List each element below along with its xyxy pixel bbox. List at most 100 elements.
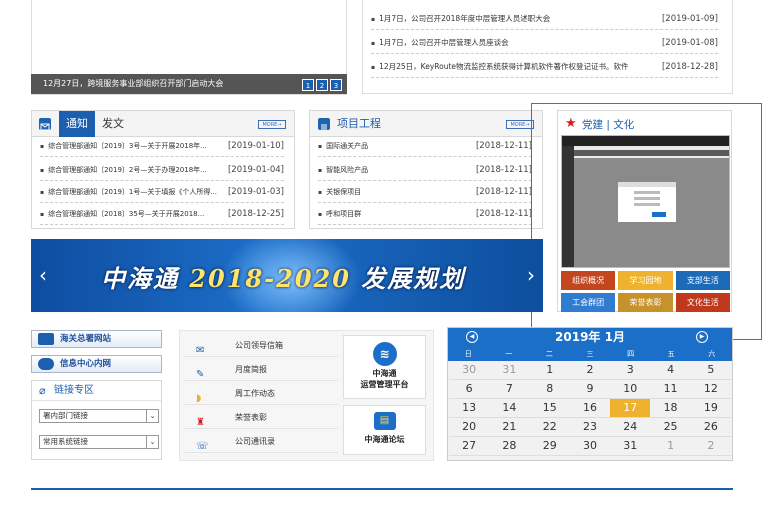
tab-notice[interactable]: 通知 [59,111,95,137]
menu-item-label: 荣誉表彰 [235,413,267,422]
slider-page-1[interactable]: 1 [302,79,314,91]
news-title[interactable]: 1月7日，公司召开2018年度中层管理人员述职大会 [371,8,550,29]
calendar-day[interactable]: 8 [529,380,570,399]
calendar-day[interactable]: 11 [650,380,691,399]
calendar-day[interactable]: 16 [569,399,611,418]
notice-title[interactable]: 综合管理部通知〔2019〕1号—关于填报《个人所得... [40,181,217,202]
banner-brand: 中海通 [101,264,179,293]
calendar-day[interactable]: 31 [489,361,530,380]
slider-caption[interactable]: 12月27日，跨境服务事业部组织召开部门启动大会 [31,74,347,94]
project-item-title[interactable]: 关银保项目 [318,181,361,202]
calendar-day[interactable]: 7 [489,380,530,399]
tab-documents[interactable]: 发文 [102,111,124,137]
slider-page-3[interactable]: 3 [330,79,342,91]
banner-years: 2018-2020 [189,264,351,293]
calendar-day[interactable]: 29 [529,437,570,456]
calendar-day[interactable]: 18 [650,399,691,418]
forum-name: 中海通论坛 [364,435,405,444]
more-button[interactable]: MORE→ [506,120,534,129]
project-title[interactable]: 项目工程 [337,111,381,137]
menu-item-honors[interactable]: ♜ 荣誉表彰 [184,407,338,429]
project-item-title[interactable]: 国际通关产品 [318,135,368,156]
calendar-day[interactable]: 5 [690,361,731,380]
calendar-day[interactable]: 22 [529,418,570,437]
slider-pager: 1 2 3 [302,79,342,91]
calendar-day[interactable]: 12 [690,380,731,399]
calendar-day[interactable]: 20 [449,418,490,437]
menu-item-leader-mailbox[interactable]: ✉ 公司领导信箱 [184,335,338,357]
project-item-date: [2018-12-11] [475,209,532,219]
calendar-day[interactable]: 19 [690,399,731,418]
calendar-day[interactable]: 6 [449,380,490,399]
list-icon [318,118,330,130]
development-plan-banner[interactable]: ‹ 中海通 2018-2020 发展规划 › [31,239,543,312]
forum-icon: ▤ [373,412,396,430]
menu-item-contacts[interactable]: ☏ 公司通讯录 [184,431,338,453]
list-item[interactable]: 综合管理部通知〔2019〕3号—关于开展2018年... [2019-01-10] [40,135,284,157]
calendar-day[interactable]: 24 [610,418,651,437]
list-item[interactable]: 综合管理部通知〔2019〕1号—关于填报《个人所得... [2019-01-03] [40,181,284,203]
customs-website-link[interactable]: 海关总署网站 [31,330,162,348]
more-button[interactable]: MORE→ [258,120,286,129]
banner-next-arrow[interactable]: › [527,263,535,287]
prev-month-icon[interactable]: ◀ [466,331,478,343]
list-item[interactable]: 1月7日，公司召开2018年度中层管理人员述职大会 [2019-01-09] [371,8,718,30]
calendar-day[interactable]: 2 [569,361,611,380]
calendar-day[interactable]: 21 [489,418,530,437]
calendar-day[interactable]: 1 [529,361,570,380]
company-news-list: 1月7日，公司召开2018年度中层管理人员述职大会 [2019-01-09] 1月… [362,0,733,94]
calendar-day[interactable]: 28 [489,437,530,456]
project-item-date: [2018-12-11] [475,165,532,175]
list-item[interactable]: 关银保项目 [2018-12-11] [318,181,532,203]
chevron-down-icon: ⌄ [146,410,158,422]
calendar-day[interactable]: 15 [529,399,570,418]
operations-platform-card[interactable]: ≋ 中海通 运营管理平台 [343,335,426,399]
notice-title[interactable]: 综合管理部通知〔2018〕35号—关于开展2018... [40,203,204,224]
calendar-day[interactable]: 27 [449,437,490,456]
system-links-select[interactable]: 常用系统链接 ⌄ [39,435,159,449]
list-item[interactable]: 智能风险产品 [2018-12-11] [318,159,532,181]
info-center-link[interactable]: 信息中心内网 [31,355,162,373]
calendar-day[interactable]: 13 [449,399,490,418]
calendar-day[interactable]: 31 [610,437,651,456]
news-title[interactable]: 1月7日，公司召开中层管理人员座谈会 [371,32,509,53]
calendar-day[interactable]: 1 [650,437,691,456]
calendar-day[interactable]: 9 [569,380,611,399]
next-month-icon[interactable]: ▶ [696,331,708,343]
platform-icon: ≋ [372,342,397,366]
notice-title[interactable]: 综合管理部通知〔2019〕3号—关于开展2018年... [40,135,207,156]
menu-item-label: 公司通讯录 [235,437,275,446]
customs-website-label: 海关总署网站 [60,334,112,344]
department-links-select[interactable]: 署内部门链接 ⌄ [39,409,159,423]
calendar-day[interactable]: 26 [690,418,731,437]
project-item-title[interactable]: 智能风险产品 [318,159,368,180]
calendar-day[interactable]: 4 [650,361,691,380]
news-title[interactable]: 12月25日，KeyRoute物流监控系统获得计算机软件著作权登记证书。软件 [371,56,628,77]
project-item-date: [2018-12-11] [475,187,532,197]
forum-card[interactable]: ▤ 中海通论坛 [343,405,426,455]
calendar-day[interactable]: 2 [690,437,731,456]
calendar-day[interactable]: 23 [569,418,611,437]
menu-item-weekly-update[interactable]: ◗ 周工作动态 [184,383,338,405]
list-item[interactable]: 综合管理部通知〔2019〕2号—关于办理2018年... [2019-01-04] [40,159,284,181]
calendar-day[interactable]: 30 [449,361,490,380]
menu-item-monthly-brief[interactable]: ✎ 月度简报 [184,359,338,381]
project-item-title[interactable]: 呼和项目群 [318,203,361,224]
weekday-label: 二 [545,350,553,358]
calendar-day-today[interactable]: 17 [610,399,651,418]
banner-prev-arrow[interactable]: ‹ [39,263,47,287]
list-item[interactable]: 综合管理部通知〔2018〕35号—关于开展2018... [2018-12-25] [40,203,284,225]
list-item[interactable]: 国际通关产品 [2018-12-11] [318,135,532,157]
weekday-label: 四 [627,350,635,358]
calendar-day[interactable]: 10 [610,380,651,399]
list-item[interactable]: 呼和项目群 [2018-12-11] [318,203,532,225]
calendar-day[interactable]: 3 [610,361,651,380]
notice-title[interactable]: 综合管理部通知〔2019〕2号—关于办理2018年... [40,159,207,180]
calendar-day[interactable]: 30 [569,437,611,456]
list-item[interactable]: 12月25日，KeyRoute物流监控系统获得计算机软件著作权登记证书。软件 [2… [371,56,718,78]
paperclip-icon: ⌀ [39,384,46,397]
list-item[interactable]: 1月7日，公司召开中层管理人员座谈会 [2019-01-08] [371,32,718,54]
calendar-day[interactable]: 14 [489,399,530,418]
slider-page-2[interactable]: 2 [316,79,328,91]
calendar-day[interactable]: 25 [650,418,691,437]
